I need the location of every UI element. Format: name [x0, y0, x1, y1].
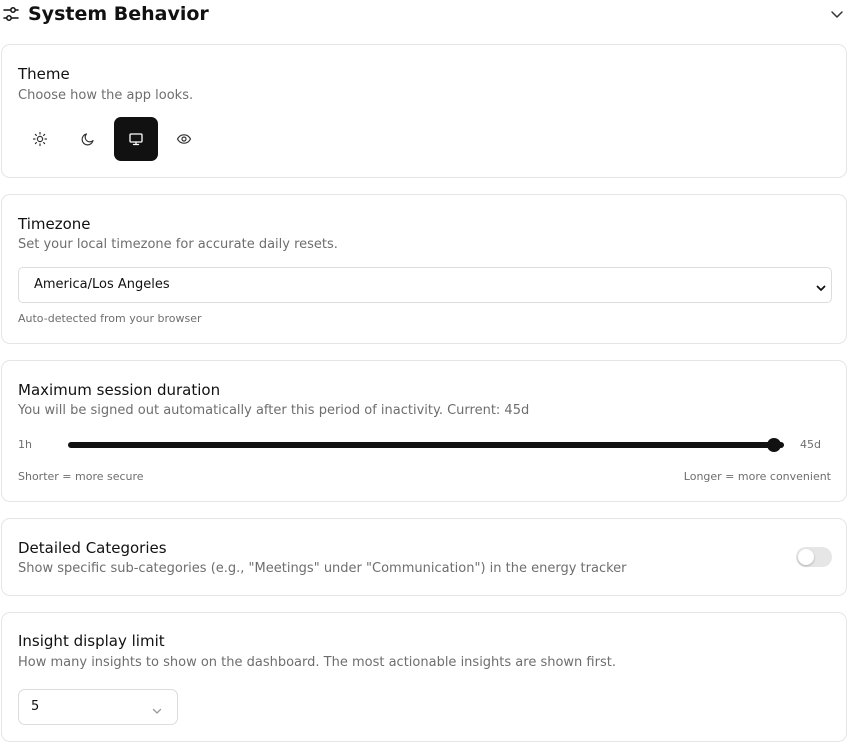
eye-icon: [176, 134, 192, 144]
categories-toggle[interactable]: [796, 547, 832, 567]
toggle-knob: [798, 549, 814, 565]
timezone-title: Timezone: [18, 215, 91, 233]
session-slider[interactable]: [68, 438, 784, 452]
slider-max-label: 45d: [800, 438, 821, 451]
theme-eye-button[interactable]: [162, 117, 206, 161]
timezone-note: Auto-detected from your browser: [18, 312, 202, 325]
insight-limit-select[interactable]: 5: [18, 689, 178, 725]
session-description: You will be signed out automatically aft…: [18, 403, 530, 418]
chevron-down-icon: [815, 279, 827, 291]
timezone-card: Timezone Set your local timezone for acc…: [1, 194, 847, 344]
slider-fill: [68, 442, 784, 448]
categories-card: Detailed Categories Show specific sub-ca…: [1, 518, 847, 596]
slider-min-label: 1h: [18, 438, 32, 451]
theme-dark-button[interactable]: [66, 117, 110, 161]
slider-thumb[interactable]: [766, 438, 781, 452]
insights-card: Insight display limit How many insights …: [1, 612, 847, 742]
session-card: Maximum session duration You will be sig…: [1, 360, 847, 502]
chevron-down-icon: [151, 702, 163, 714]
theme-title: Theme: [18, 65, 70, 83]
timezone-select[interactable]: America/Los Angeles: [18, 267, 832, 303]
theme-system-button[interactable]: [114, 117, 158, 161]
theme-card: Theme Choose how the app looks.: [1, 44, 847, 178]
categories-description: Show specific sub-categories (e.g., "Mee…: [18, 561, 627, 576]
session-right-hint: Longer = more convenient: [683, 470, 831, 483]
insights-title: Insight display limit: [18, 632, 165, 650]
theme-light-button[interactable]: [18, 117, 62, 161]
timezone-description: Set your local timezone for accurate dai…: [18, 237, 338, 252]
theme-description: Choose how the app looks.: [18, 88, 194, 103]
timezone-selected-value: America/Los Angeles: [34, 277, 170, 292]
settings-sliders-icon: [3, 6, 19, 22]
moon-icon: [81, 133, 94, 146]
monitor-icon: [129, 133, 143, 146]
insight-limit-value: 5: [31, 699, 40, 714]
section-header[interactable]: System Behavior: [0, 0, 849, 30]
sun-icon: [32, 131, 48, 147]
categories-title: Detailed Categories: [18, 539, 167, 557]
section-title: System Behavior: [28, 3, 209, 25]
insights-description: How many insights to show on the dashboa…: [18, 655, 616, 670]
chevron-down-icon[interactable]: [829, 6, 845, 22]
session-title: Maximum session duration: [18, 381, 221, 399]
session-left-hint: Shorter = more secure: [18, 470, 144, 483]
